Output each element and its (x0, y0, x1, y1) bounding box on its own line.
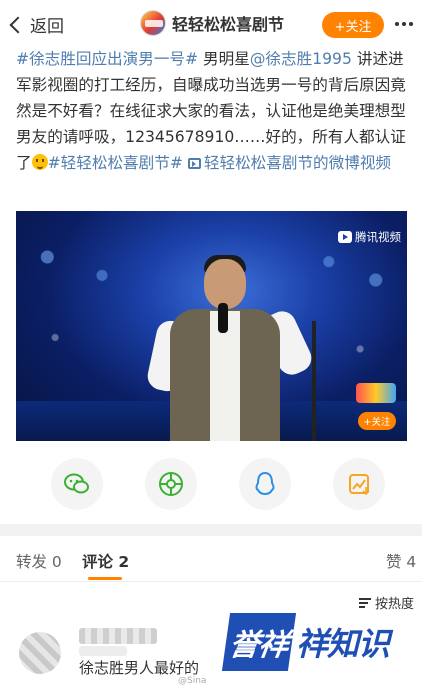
active-tab-indicator (88, 577, 122, 580)
comment-tabs: 转发 0 评论 2 赞 4 (0, 538, 422, 582)
brand-watermark: 誉祥 祥知识 (221, 610, 418, 674)
video-link-icon (187, 158, 201, 169)
mention-link[interactable]: @徐志胜1995 (250, 50, 352, 68)
video-channel-logo[interactable] (356, 383, 396, 403)
account-header[interactable]: 轻轻松松喜剧节 (140, 10, 284, 36)
follow-button[interactable]: +关注 (322, 12, 384, 38)
topic-link[interactable]: #轻轻松松喜剧节# (48, 154, 183, 172)
brand-badge: 誉祥 (221, 613, 297, 671)
brand-text: 祥知识 (296, 625, 390, 663)
tab-repost[interactable]: 转发 0 (16, 550, 62, 572)
laughing-emoji-icon (31, 154, 48, 170)
video-link[interactable]: 轻轻松松喜剧节的微博视频 (187, 154, 392, 172)
video-link-label: 轻轻松松喜剧节的微博视频 (203, 154, 392, 172)
moments-icon (159, 472, 183, 496)
share-qzone-button[interactable] (333, 458, 385, 510)
sort-icon (359, 597, 371, 608)
tab-like[interactable]: 赞 4 (386, 550, 416, 572)
performer (145, 251, 316, 441)
wechat-icon (64, 473, 89, 494)
video-watermark: 腾讯视频 (338, 229, 401, 245)
comment-meta-blurred (79, 646, 127, 656)
share-wechat-button[interactable] (51, 458, 103, 510)
top-bar: 返回 轻轻松松喜剧节 +关注 (0, 0, 422, 48)
comment-text: 徐志胜男人最好的 (79, 659, 200, 677)
section-divider (0, 524, 422, 536)
qq-icon (255, 471, 275, 496)
back-label: 返回 (30, 17, 64, 37)
post-text: #徐志胜回应出演男一号# 男明星@徐志胜1995 讲述进军影视圈的打工经历，自曝… (16, 46, 412, 176)
tencent-video-icon (338, 231, 352, 243)
account-avatar[interactable] (140, 10, 166, 36)
topic-link[interactable]: #徐志胜回应出演男一号# (16, 50, 198, 68)
video-watermark-label: 腾讯视频 (355, 230, 401, 244)
chevron-left-icon (9, 16, 27, 33)
more-icon[interactable] (395, 22, 413, 26)
share-moments-button[interactable] (145, 458, 197, 510)
post-text-segment: 男明星 (198, 50, 250, 68)
share-qq-button[interactable] (239, 458, 291, 510)
account-name[interactable]: 轻轻松松喜剧节 (172, 11, 284, 35)
sina-watermark: @Sina (178, 676, 207, 686)
commenter-name-blurred[interactable] (79, 628, 157, 644)
tab-comment[interactable]: 评论 2 (82, 550, 129, 572)
video-player[interactable]: 腾讯视频 (16, 211, 407, 441)
commenter-avatar[interactable] (19, 632, 61, 674)
qzone-icon (349, 474, 370, 496)
back-button[interactable]: 返回 (9, 12, 64, 37)
video-follow-button[interactable]: +关注 (358, 412, 396, 430)
share-bar (0, 452, 422, 518)
